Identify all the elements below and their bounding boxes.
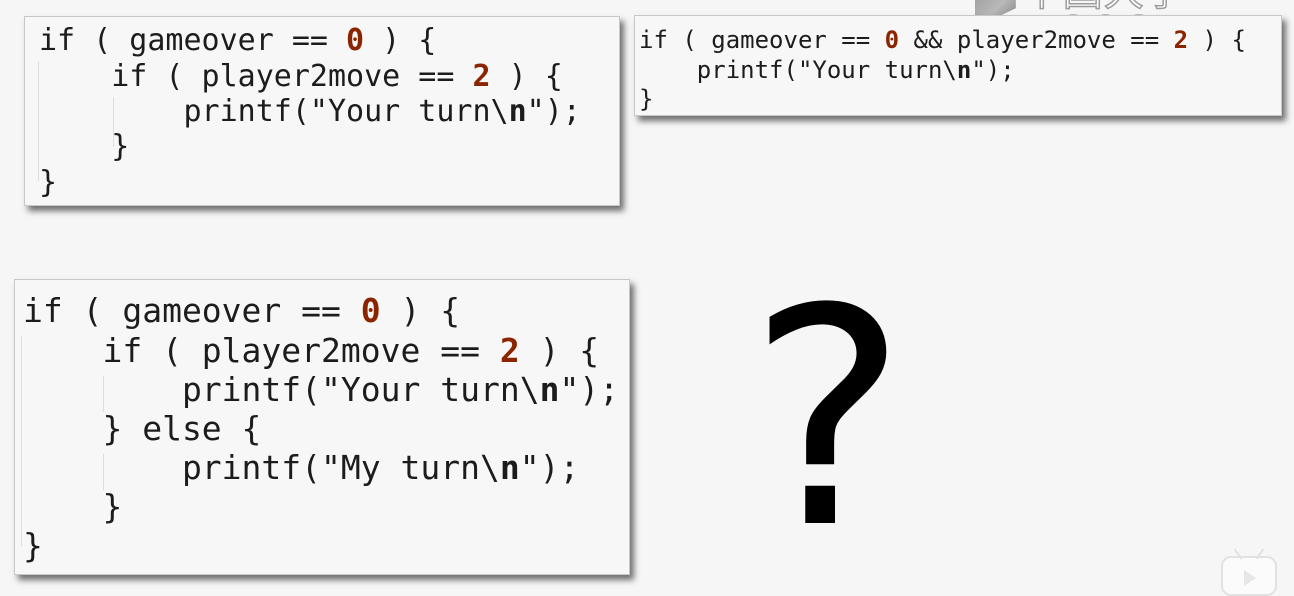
tv-antenna-icon [1233, 548, 1243, 560]
code-snippet-combined-condition: if ( gameover == 0 && player2move == 2 )… [634, 15, 1282, 116]
indent-guide [21, 336, 22, 546]
play-button[interactable] [1221, 548, 1277, 596]
code-line: if ( player2move == 2 ) { [23, 331, 600, 370]
code-line: } [639, 85, 654, 113]
code-snippet-nested-if: if ( gameover == 0 ) { if ( player2move … [24, 16, 620, 206]
code-snippet-nested-if-else: if ( gameover == 0 ) { if ( player2move … [14, 279, 630, 575]
code-line: if ( player2move == 2 ) { [39, 59, 563, 94]
tv-antenna-icon [1255, 548, 1265, 560]
play-icon [1244, 570, 1256, 586]
code-line: printf("Your turn\n"); [639, 56, 1015, 84]
code-line: if ( gameover == 0 ) { [23, 291, 461, 330]
code-line: if ( gameover == 0 && player2move == 2 )… [639, 26, 1246, 54]
code-line: } [23, 526, 43, 565]
code-line: } [39, 165, 58, 200]
code-line: } [39, 129, 130, 164]
mooc-cube-icon [975, 0, 1016, 16]
code-line: printf("My turn\n"); [23, 448, 580, 487]
code-line: } else { [23, 409, 262, 448]
question-mark: ? [748, 245, 908, 594]
code-line: if ( gameover == 0 ) { [39, 23, 437, 58]
code-line: printf("Your turn\n"); [23, 370, 620, 409]
code-line: printf("Your turn\n"); [39, 94, 581, 129]
code-line: } [23, 487, 123, 526]
